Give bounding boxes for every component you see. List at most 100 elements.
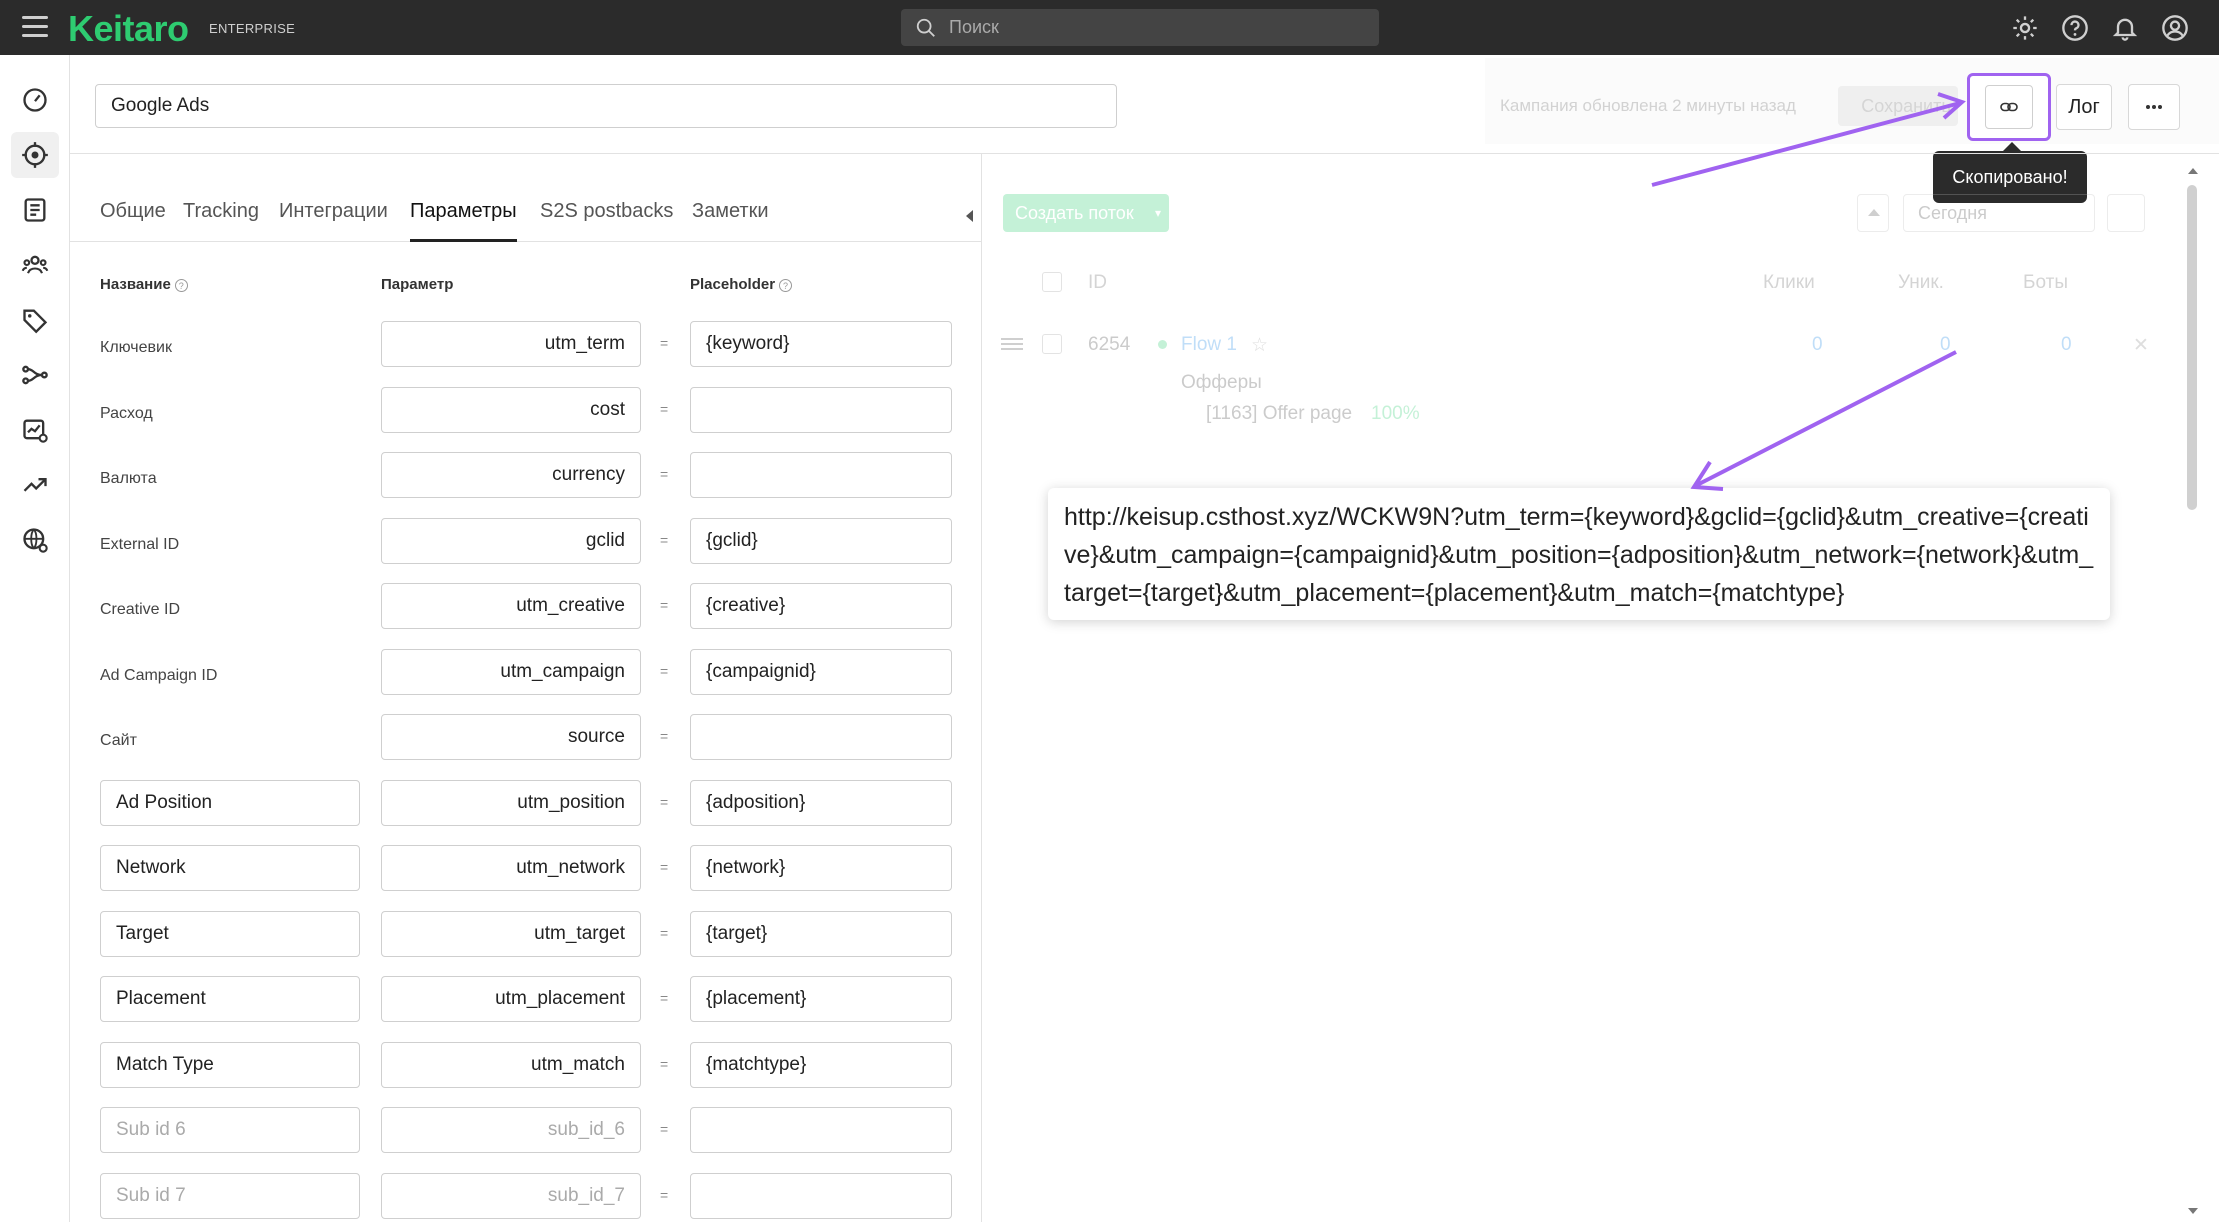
placeholder-input[interactable]: {placement} [690,976,952,1022]
copy-link-button-highlight[interactable] [1967,73,2051,141]
sidebar-item-users[interactable] [11,242,59,288]
equals-sign: = [660,335,669,351]
more-actions-button[interactable] [2128,84,2180,130]
parameter-name-input[interactable]: Network [100,845,360,891]
placeholder-input[interactable] [690,714,952,760]
offers-list-icon [24,198,46,222]
caret-down-icon: ▾ [1154,206,1161,220]
parameter-row: Ad Campaign ID utm_campaign = {campaignid} [70,649,982,695]
tab-parameters[interactable]: Параметры [410,200,517,242]
placeholder-input[interactable]: {campaignid} [690,649,952,695]
help-icon[interactable] [2061,14,2089,42]
parameter-key-input[interactable]: currency [381,452,641,498]
parameter-key-input[interactable]: utm_target [381,911,641,957]
placeholder-input[interactable] [690,452,952,498]
parameter-row: Match Type utm_match = {matchtype} [70,1042,982,1088]
sidebar-item-dashboard[interactable] [11,77,59,123]
tab-general[interactable]: Общие [100,200,166,242]
delete-flow-icon[interactable]: ✕ [2133,334,2149,357]
sidebar-item-campaigns[interactable] [11,132,59,178]
star-icon[interactable]: ☆ [1251,334,1268,357]
profile-icon[interactable] [2161,14,2189,42]
placeholder-input[interactable]: {network} [690,845,952,891]
parameter-name-input[interactable]: Match Type [100,1042,360,1088]
parameter-name-input[interactable]: Ad Position [100,780,360,826]
parameter-key-input[interactable]: gclid [381,518,641,564]
parameter-key-input[interactable]: source [381,714,641,760]
placeholder-input[interactable] [690,1173,952,1219]
sort-up-button[interactable] [1857,194,1889,232]
sidebar-item-tags[interactable] [11,297,59,343]
parameter-key-input[interactable]: utm_network [381,845,641,891]
log-button[interactable]: Лог [2056,84,2112,130]
copy-link-button[interactable] [1985,85,2033,129]
scroll-down-arrow-icon[interactable] [2188,1208,2198,1214]
refresh-button[interactable] [2107,194,2145,232]
placeholder-input[interactable]: {matchtype} [690,1042,952,1088]
parameter-name-input[interactable]: Sub id 7 [100,1173,360,1219]
settings-gear-icon[interactable] [2011,14,2039,42]
sidebar-item-trends[interactable] [11,462,59,508]
scroll-up-arrow-icon[interactable] [2188,168,2198,174]
search-box[interactable] [901,9,1379,46]
menu-burger-icon[interactable] [22,16,48,38]
parameter-key-input[interactable]: utm_position [381,780,641,826]
flow-unique: 0 [1940,334,1951,355]
tab-integrations[interactable]: Интеграции [279,200,388,242]
search-input[interactable] [949,17,1349,38]
drag-handle-icon[interactable] [1001,337,1023,351]
equals-sign: = [660,794,669,810]
bell-icon[interactable] [2111,14,2139,42]
placeholder-input[interactable] [690,387,952,433]
parameter-key-input[interactable]: sub_id_6 [381,1107,641,1153]
flow-row-checkbox[interactable] [1042,334,1062,354]
help-icon[interactable]: ? [174,278,188,292]
scrollbar-thumb[interactable] [2187,185,2197,510]
parameter-key-input[interactable]: utm_creative [381,583,641,629]
column-header-id: ID [1088,272,1107,293]
placeholder-input[interactable] [690,1107,952,1153]
parameter-key-input[interactable]: utm_placement [381,976,641,1022]
column-header-placeholder: Placeholder? [690,276,793,293]
help-icon[interactable]: ? [779,278,793,292]
select-all-checkbox[interactable] [1042,272,1062,292]
parameter-key-input[interactable]: cost [381,387,641,433]
placeholder-input[interactable]: {adposition} [690,780,952,826]
parameter-key-input[interactable]: utm_campaign [381,649,641,695]
collapse-panel-arrow-icon[interactable] [966,210,973,222]
tab-s2s-postbacks[interactable]: S2S postbacks [540,200,673,242]
date-range-select[interactable]: Сегодня [1903,194,2095,232]
parameter-key-input[interactable]: sub_id_7 [381,1173,641,1219]
flow-bots: 0 [2061,334,2072,355]
parameter-key-input[interactable]: utm_term [381,321,641,367]
parameter-row: Ad Position utm_position = {adposition} [70,780,982,826]
parameter-key-input[interactable]: utm_match [381,1042,641,1088]
placeholder-input[interactable]: {target} [690,911,952,957]
tab-notes[interactable]: Заметки [692,200,769,242]
placeholder-input[interactable]: {gclid} [690,518,952,564]
sidebar-item-reports[interactable] [11,407,59,453]
app-logo[interactable]: Keitaro [68,8,189,50]
tab-tracking[interactable]: Tracking [183,200,259,242]
campaign-name-input[interactable] [95,84,1117,128]
equals-sign: = [660,1121,669,1137]
parameter-name-input[interactable]: Target [100,911,360,957]
parameter-row: Валюта currency = [70,452,982,498]
top-bar: Keitaro ENTERPRISE [0,0,2219,55]
sidebar-item-domains[interactable] [11,517,59,563]
parameter-name-label: External ID [100,536,180,553]
equals-sign: = [660,532,669,548]
sidebar-item-flows[interactable] [11,352,59,398]
placeholder-input[interactable]: {creative} [690,583,952,629]
equals-sign: = [660,401,669,417]
placeholder-input[interactable]: {keyword} [690,321,952,367]
create-flow-button[interactable]: Создать поток ▾ [1003,194,1169,232]
flow-name-link[interactable]: Flow 1 [1181,334,1237,356]
save-button[interactable]: Сохранить [1838,86,1958,126]
offer-share: 100% [1371,403,1420,424]
flow-id: 6254 [1088,334,1131,355]
parameter-name-input[interactable]: Sub id 6 [100,1107,360,1153]
parameter-name-input[interactable]: Placement [100,976,360,1022]
offer-name[interactable]: [1163] Offer page [1206,403,1352,425]
sidebar-item-offers[interactable] [11,187,59,233]
